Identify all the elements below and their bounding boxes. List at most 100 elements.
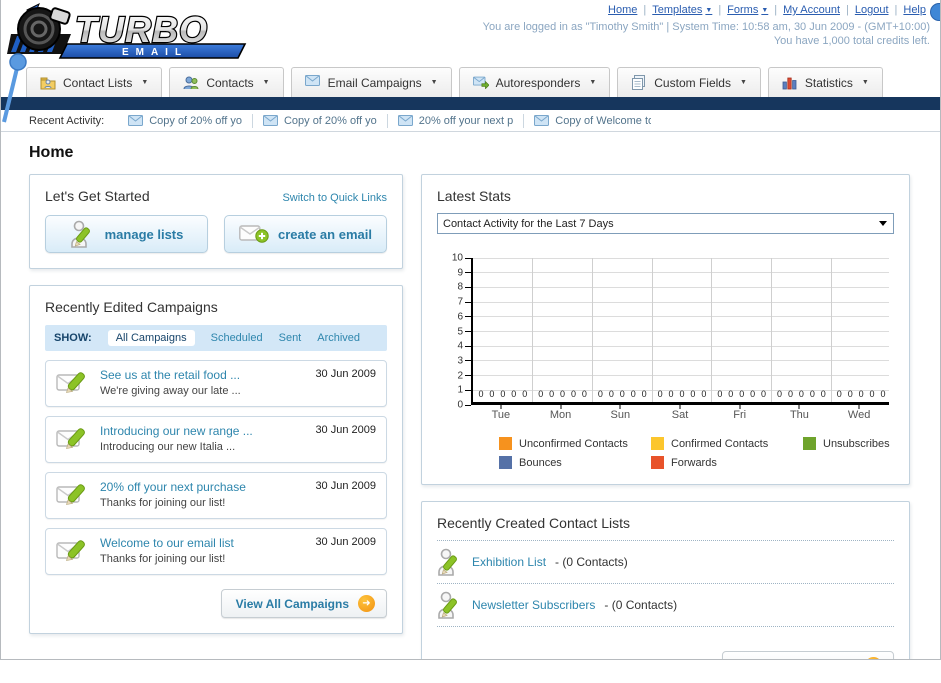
contact-lists-panel: Recently Created Contact Lists Exhibitio… <box>421 501 910 660</box>
person-pencil-icon <box>437 591 463 619</box>
contact-list-link[interactable]: Exhibition List <box>472 555 546 569</box>
campaign-card[interactable]: See us at the retail food ... We're givin… <box>45 360 387 407</box>
main-content: Home Let's Get Started Switch to Quick L… <box>1 132 940 660</box>
stats-period-value: Contact Activity for the Last 7 Days <box>443 217 614 230</box>
data-value-label: 0 <box>690 389 696 399</box>
recent-activity-text: Copy of 20% off yo <box>149 114 242 127</box>
campaign-card[interactable]: Welcome to our email list Thanks for join… <box>45 528 387 575</box>
see-all-contact-lists-button[interactable]: See All Contact Lists ➜ <box>722 651 894 660</box>
filter-scheduled[interactable]: Scheduled <box>211 332 263 344</box>
data-value-label: 0 <box>581 389 587 399</box>
tab-custom-fields[interactable]: Custom Fields ▼ <box>617 67 761 97</box>
tab-statistics[interactable]: Statistics ▼ <box>767 67 883 97</box>
x-axis-label: Sat <box>671 409 689 421</box>
dropdown-arrow-icon: ▼ <box>705 7 713 14</box>
header-links: Home | Templates ▼ | Forms ▼ | My Account | Logout… <box>608 4 926 16</box>
recent-activity-bar: Recent Activity: Copy of 20% off yo Copy … <box>1 110 940 132</box>
x-axis-tick <box>619 405 621 409</box>
campaign-card[interactable]: 20% off your next purchase Thanks for joi… <box>45 472 387 519</box>
data-value-label: 0 <box>641 389 647 399</box>
create-an-email-button[interactable]: create an email <box>224 215 387 253</box>
y-axis-label: 3 <box>457 355 463 367</box>
recent-activity-item[interactable]: 20% off your next p <box>386 113 524 128</box>
help-bubble-icon[interactable] <box>930 3 940 21</box>
y-gridline <box>473 375 889 377</box>
campaign-title-link[interactable]: Introducing our new range ... <box>100 424 253 438</box>
header-link-home[interactable]: Home <box>608 4 637 16</box>
view-all-campaigns-button[interactable]: View All Campaigns ➜ <box>220 589 387 618</box>
header-link-forms[interactable]: Forms ▼ <box>727 4 768 16</box>
header-link-help[interactable]: Help <box>903 4 926 16</box>
header-link-templates[interactable]: Templates ▼ <box>652 4 712 16</box>
stats-period-select[interactable]: Contact Activity for the Last 7 Days <box>437 213 894 234</box>
tab-contact-lists[interactable]: Contact Lists ▼ <box>26 67 163 97</box>
x-axis-label: Tue <box>491 409 511 421</box>
envelope-icon <box>534 115 550 126</box>
recent-activity-item[interactable]: Copy of 20% off yo <box>118 114 252 128</box>
logo-graphic: TURBO EMAIL <box>7 2 247 59</box>
get-started-title: Let's Get Started <box>45 188 150 204</box>
pages-icon <box>631 74 647 91</box>
x-gridline <box>830 258 832 402</box>
legend-label: Bounces <box>519 456 562 469</box>
contact-activity-chart: 0 1 2 3 4 5 6 7 8 9 10 000000000000000000000000000… <box>445 253 892 411</box>
data-value-label: 0 <box>538 389 544 399</box>
data-value-label: 0 <box>478 389 484 399</box>
see-all-contact-lists-label: See All Contact Lists <box>737 659 856 660</box>
tab-autoresponders[interactable]: Autoresponders ▼ <box>458 67 611 97</box>
y-axis-label: 8 <box>457 281 463 293</box>
campaign-title-link[interactable]: 20% off your next purchase <box>100 480 246 494</box>
tab-label: Custom Fields <box>654 75 731 90</box>
switch-quick-links-link[interactable]: Switch to Quick Links <box>282 192 387 204</box>
filter-sent[interactable]: Sent <box>279 332 302 344</box>
y-axis-label: 0 <box>457 399 463 411</box>
contact-list-row[interactable]: Newsletter Subscribers - (0 Contacts) <box>437 583 894 626</box>
x-axis-tick <box>679 405 681 409</box>
envelope-pencil-icon <box>56 370 90 399</box>
data-value-label: 0 <box>570 389 577 399</box>
recent-activity-text: Copy of Welcome to <box>555 114 652 127</box>
filter-archived[interactable]: Archived <box>317 332 360 344</box>
campaign-title-link[interactable]: Welcome to our email list <box>100 536 234 550</box>
y-gridline <box>473 257 889 259</box>
envelope-icon <box>304 74 321 91</box>
header-link-logout[interactable]: Logout <box>855 4 889 16</box>
contact-list-row[interactable]: Exhibition List - (0 Contacts) <box>437 540 894 583</box>
x-axis-tick <box>560 405 562 409</box>
campaign-subtitle: Introducing our new Italia ... <box>100 441 236 453</box>
recent-activity-item[interactable]: Copy of 20% off yo <box>251 113 387 128</box>
x-axis-tick <box>798 405 800 409</box>
manage-lists-button[interactable]: manage lists <box>45 215 208 253</box>
header-link-my-account[interactable]: My Account <box>783 4 840 16</box>
y-gridline <box>473 345 889 347</box>
create-an-email-label: create an email <box>278 226 372 242</box>
filter-all-campaigns[interactable]: All Campaigns <box>107 330 195 346</box>
data-value-label: 0 <box>880 389 886 399</box>
recent-activity-item[interactable]: Copy of Welcome to <box>523 113 661 128</box>
campaign-subtitle: We're giving away our late ... <box>100 385 241 397</box>
data-value-label: 0 <box>608 389 614 399</box>
legend-item-forwards: Forwards <box>651 456 803 469</box>
data-value-label: 0 <box>597 389 603 399</box>
data-value-label: 0 <box>798 389 804 399</box>
link-separator: | <box>774 4 778 16</box>
y-axis-label: 5 <box>457 326 463 337</box>
tab-email-campaigns[interactable]: Email Campaigns ▼ <box>290 67 452 97</box>
legend-label: Forwards <box>671 456 717 469</box>
recent-campaigns-title: Recently Edited Campaigns <box>45 299 218 315</box>
campaign-subtitle: Thanks for joining our list! <box>100 553 226 565</box>
data-value-label: 0 <box>717 389 723 399</box>
campaign-text: Introducing our new range ... Introducing… <box>100 424 253 453</box>
navy-divider-bar <box>1 97 940 110</box>
data-value-label: 0 <box>522 389 528 399</box>
data-value-label: 0 <box>630 389 636 399</box>
legend-label: Unsubscribes <box>823 437 890 450</box>
contact-list-link[interactable]: Newsletter Subscribers <box>472 598 595 612</box>
campaign-title-link[interactable]: See us at the retail food ... <box>100 368 241 382</box>
data-value-label: 0 <box>847 389 853 399</box>
tab-contacts[interactable]: Contacts ▼ <box>169 67 284 97</box>
tab-label: Autoresponders <box>495 75 581 90</box>
dropdown-arrow-icon: ▼ <box>141 79 149 86</box>
campaign-card[interactable]: Introducing our new range ... Introducing… <box>45 416 387 463</box>
legend-item-unsubscribes: Unsubscribes <box>803 437 933 450</box>
